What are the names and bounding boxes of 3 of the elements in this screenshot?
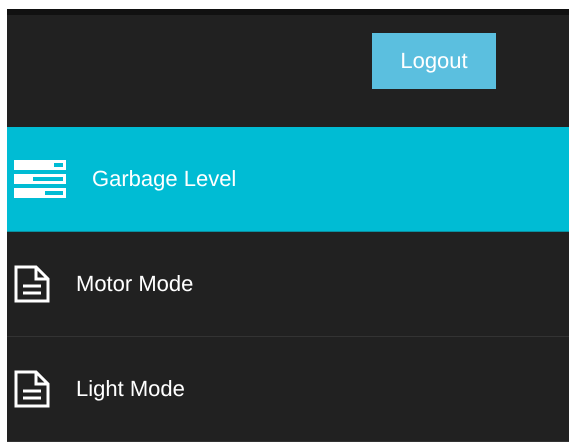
document-icon xyxy=(14,265,50,303)
server-icon xyxy=(14,160,66,198)
document-icon xyxy=(14,370,50,408)
